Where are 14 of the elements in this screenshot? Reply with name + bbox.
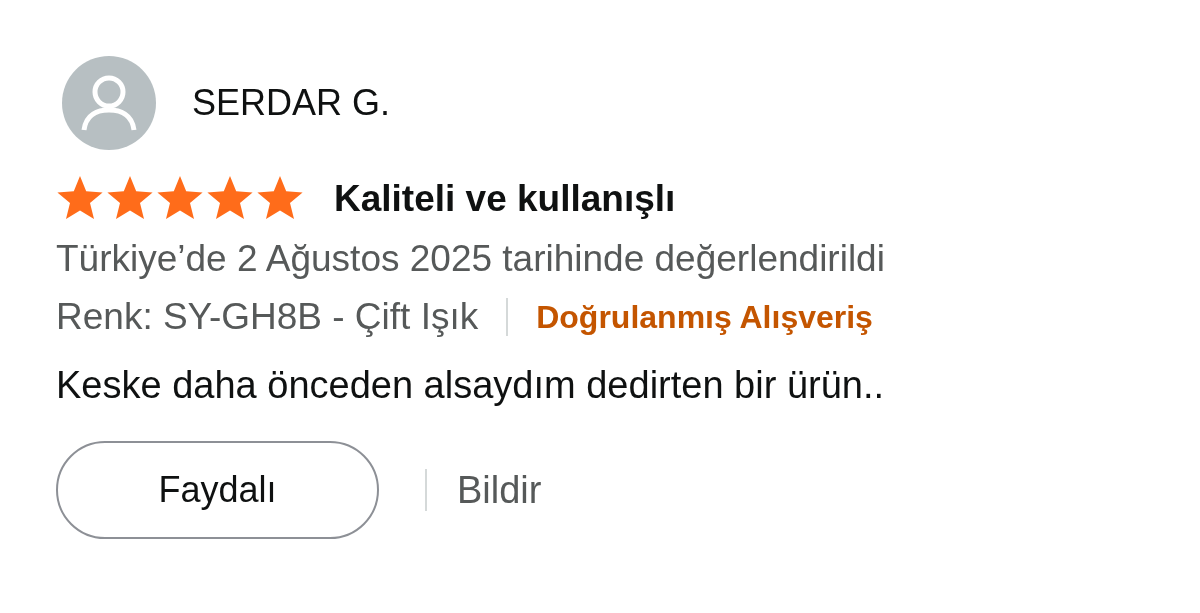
review-title: Kaliteli ve kullanışlı <box>334 178 676 220</box>
avatar-icon <box>62 56 156 150</box>
verified-purchase: Doğrulanmış Alışveriş <box>536 298 873 336</box>
star-icon <box>156 176 204 222</box>
star-icon <box>256 176 304 222</box>
review-date: Türkiye’de 2 Ağustos 2025 tarihinde değerlendirildi <box>56 238 885 280</box>
variant-info: Renk: SY-GH8B - Çift Işık <box>56 296 479 338</box>
star-icon <box>56 176 104 222</box>
review-body: Keske daha önceden alsaydım dedirten bir ürün.. <box>56 364 886 407</box>
star-icon <box>206 176 254 222</box>
star-icon <box>106 176 154 222</box>
report-link[interactable]: Bildir <box>457 468 542 512</box>
helpful-button[interactable]: Faydalı <box>56 441 379 539</box>
reviewer-name: SERDAR G. <box>192 82 391 124</box>
